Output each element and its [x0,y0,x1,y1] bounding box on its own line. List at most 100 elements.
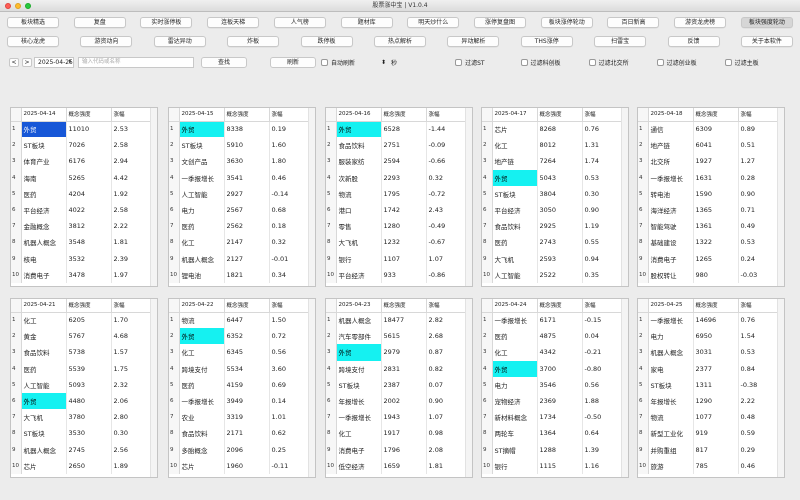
toolbar-button[interactable]: 热点解析 [373,35,426,47]
concept-cell[interactable]: 平台经济 [492,201,538,219]
concept-cell[interactable]: 食品饮料 [492,218,538,235]
concept-cell[interactable]: 化工 [492,344,538,361]
table-row[interactable]: 8 医药 2743 0.55 [482,234,623,251]
toolbar-button[interactable]: 明天炒什么 [407,16,460,28]
strength-cell[interactable]: 2593 [537,250,583,267]
table-row[interactable]: 7 新材料概念 1734 -0.50 [482,409,623,426]
table-row[interactable]: 1 芯片 8268 0.76 [482,121,623,138]
table-row[interactable]: 6 年报增长 2002 0.90 [326,392,467,410]
table-row[interactable]: 7 农业 3319 1.01 [169,409,310,426]
concept-cell[interactable]: 芯片 [179,457,225,474]
change-header[interactable]: 涨幅 [426,108,467,122]
prev-date-button[interactable]: < [9,57,19,67]
auto-refresh-checkbox[interactable]: 自动刷新 [321,58,355,67]
strength-cell[interactable]: 2096 [224,441,270,458]
concept-cell[interactable]: 宠物经济 [492,392,538,410]
change-cell[interactable]: 2.68 [426,328,467,345]
table-row[interactable]: 1 外贸 6528 -1.44 [326,121,467,138]
strength-cell[interactable]: 8012 [537,137,583,154]
change-cell[interactable]: -0.49 [426,218,467,235]
concept-cell[interactable]: 股权转让 [648,266,694,283]
table-row[interactable]: 10 银行 1115 1.16 [482,457,623,474]
table-row[interactable]: 10 人工智能 2522 0.35 [482,266,623,283]
stepper-arrows-icon[interactable]: ⬍ [381,59,386,66]
concept-cell[interactable]: 化工 [336,425,382,442]
table-row[interactable]: 5 人工智能 2927 -0.14 [169,185,310,202]
table-row[interactable]: 8 两轮车 1364 0.64 [482,425,623,442]
strength-cell[interactable]: 817 [693,441,739,458]
change-cell[interactable]: 0.94 [582,250,623,267]
strength-cell[interactable]: 2387 [381,376,427,393]
strength-cell[interactable]: 1795 [381,185,427,202]
strength-cell[interactable]: 3700 [537,360,583,377]
table-row[interactable]: 6 年报增长 1290 2.22 [638,392,779,410]
strength-cell[interactable]: 2743 [537,234,583,251]
change-cell[interactable]: 0.46 [738,457,779,474]
vertical-scrollbar[interactable] [465,108,472,286]
change-cell[interactable]: 0.53 [738,344,779,361]
concept-cell[interactable]: 医药 [179,376,225,393]
change-cell[interactable]: 2.58 [111,137,152,154]
toolbar-button[interactable]: 板块涨停轮动 [540,16,593,28]
change-cell[interactable]: 1.60 [269,137,310,154]
change-cell[interactable]: 1.97 [111,266,152,283]
concept-cell[interactable]: 文创产品 [179,153,225,170]
vertical-scrollbar[interactable] [621,299,628,477]
strength-cell[interactable]: 5265 [66,169,112,186]
concept-cell[interactable]: 基础建设 [648,234,694,251]
table-row[interactable]: 1 一季报增长 14696 0.76 [638,312,779,329]
date-header[interactable]: 2025-04-21 [21,299,67,313]
concept-cell[interactable]: ST摘帽 [492,441,538,458]
toolbar-button[interactable]: 复盘 [73,16,126,28]
concept-cell[interactable]: 物流 [648,409,694,426]
table-row[interactable]: 1 一季报增长 6171 -0.15 [482,312,623,329]
concept-cell[interactable]: 医药 [179,218,225,235]
strength-cell[interactable]: 1796 [381,441,427,458]
date-header[interactable]: 2025-04-25 [648,299,694,313]
concept-cell[interactable]: 机器人概念 [648,344,694,361]
concept-cell[interactable]: 一季报增长 [179,169,225,186]
table-row[interactable]: 2 化工 8012 1.31 [482,137,623,154]
vertical-scrollbar[interactable] [465,299,472,477]
strength-cell[interactable]: 1960 [224,457,270,474]
change-cell[interactable]: 0.68 [269,201,310,219]
vertical-scrollbar[interactable] [308,299,315,477]
table-row[interactable]: 6 电力 2567 0.68 [169,201,310,219]
change-cell[interactable]: 2.82 [426,312,467,329]
concept-cell[interactable]: 年报增长 [648,392,694,410]
table-row[interactable]: 3 文创产品 3630 1.80 [169,153,310,170]
table-row[interactable]: 7 一季报增长 1943 1.07 [326,409,467,426]
change-cell[interactable]: -0.66 [426,153,467,170]
change-cell[interactable]: 0.72 [269,328,310,345]
strength-cell[interactable]: 1280 [381,218,427,235]
concept-cell[interactable]: 外贸 [492,169,538,186]
change-cell[interactable]: -0.11 [269,457,310,474]
concept-cell[interactable]: 人工智能 [179,185,225,202]
table-row[interactable]: 3 北交所 1927 1.27 [638,153,779,170]
strength-cell[interactable]: 1077 [693,409,739,426]
strength-cell[interactable]: 3949 [224,392,270,410]
table-row[interactable]: 7 金融概念 3812 2.22 [11,218,152,235]
concept-cell[interactable]: 平台经济 [21,201,67,219]
change-cell[interactable]: 0.84 [738,360,779,377]
table-row[interactable]: 10 低空经济 1659 1.81 [326,457,467,474]
concept-cell[interactable]: 多胎概念 [179,441,225,458]
concept-cell[interactable]: 银行 [492,457,538,474]
table-row[interactable]: 10 锂电池 1821 0.34 [169,266,310,283]
date-picker[interactable]: 2025-04-25 ⬍ [34,56,74,68]
concept-cell[interactable]: 化工 [179,344,225,361]
table-row[interactable]: 2 汽车零部件 5615 2.68 [326,328,467,345]
toolbar-button[interactable]: 连板天梯 [207,16,260,28]
concept-cell[interactable]: 医药 [492,234,538,251]
zoom-window-icon[interactable] [25,3,31,9]
table-row[interactable]: 3 体育产业 6176 2.94 [11,153,152,170]
change-cell[interactable]: 1.27 [738,153,779,170]
strength-cell[interactable]: 1590 [693,185,739,202]
strength-cell[interactable]: 4480 [66,392,112,410]
strength-cell[interactable]: 1659 [381,457,427,474]
interval-stepper[interactable]: ⬍ 秒 [381,58,397,67]
table-row[interactable]: 5 医药 4159 0.69 [169,376,310,393]
change-cell[interactable]: 0.46 [269,169,310,186]
change-cell[interactable]: 0.32 [269,234,310,251]
concept-cell[interactable]: 海南 [21,169,67,186]
